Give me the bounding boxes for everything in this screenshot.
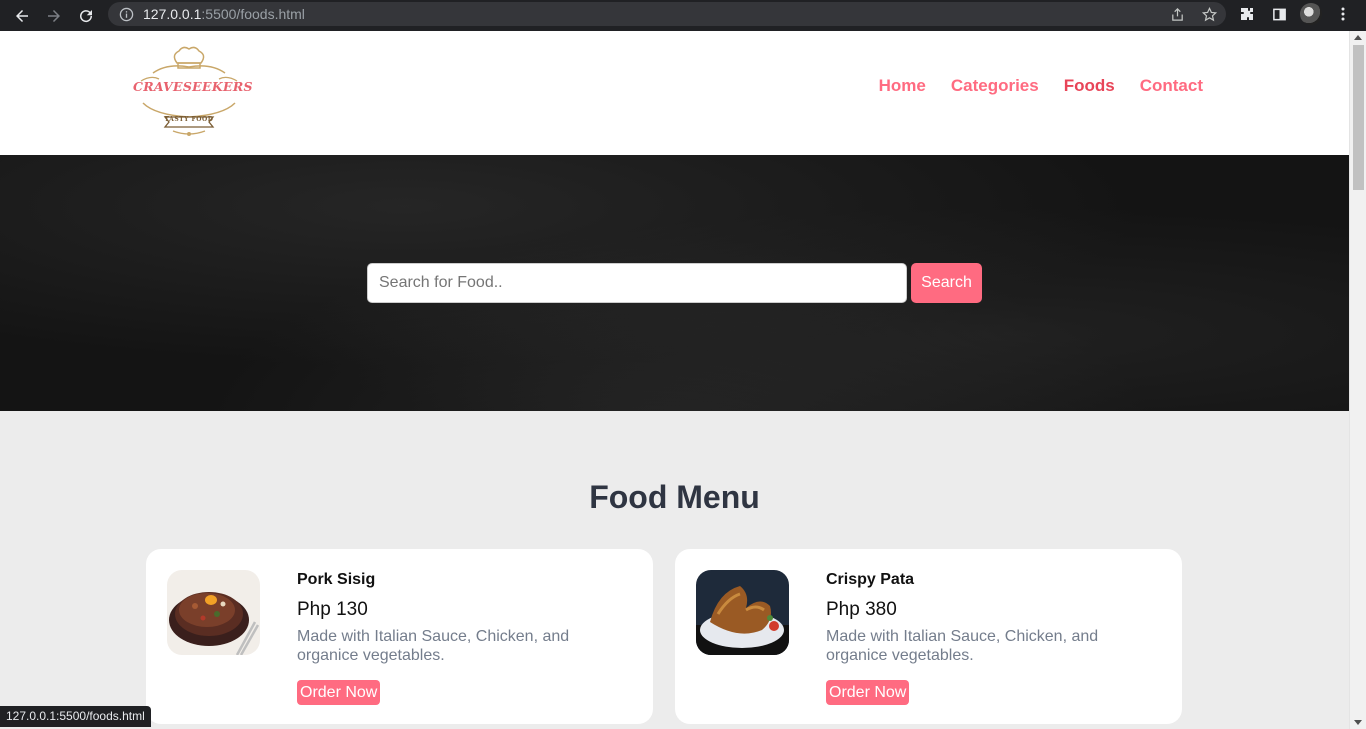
food-image-pork-sisig [167, 570, 260, 655]
back-icon[interactable] [6, 2, 38, 30]
food-search-section: Search [0, 155, 1349, 411]
logo-subtext: TASTY FOOD [164, 116, 214, 123]
food-name: Pork Sisig [297, 571, 376, 588]
url-text: 127.0.0.1:5500/foods.html [143, 6, 305, 22]
nav-contact[interactable]: Contact [1140, 76, 1203, 96]
food-image-crispy-pata [696, 570, 789, 655]
forward-icon[interactable] [38, 2, 70, 30]
food-card: Pork Sisig Php 130 Made with Italian Sau… [146, 549, 653, 724]
order-now-button[interactable]: Order Now [826, 680, 910, 705]
extensions-icon[interactable] [1236, 3, 1258, 25]
link-status-bar: 127.0.0.1:5500/foods.html [0, 706, 151, 727]
browser-toolbar: 127.0.0.1:5500/foods.html [0, 0, 1366, 31]
scroll-up-arrow-icon[interactable] [1354, 35, 1362, 40]
scroll-thumb[interactable] [1353, 45, 1364, 190]
food-price: Php 380 [826, 599, 897, 620]
profile-avatar[interactable] [1300, 3, 1322, 25]
side-panel-icon[interactable] [1268, 3, 1290, 25]
food-menu-title: Food Menu [589, 479, 760, 515]
site-header: CRAVESEEKERS TASTY FOOD Home Categories … [0, 31, 1349, 155]
order-now-button[interactable]: Order Now [297, 680, 381, 705]
logo-text: CRAVESEEKERS [133, 79, 253, 94]
nav-home[interactable]: Home [879, 76, 926, 96]
url-path: :5500/foods.html [201, 6, 305, 22]
food-description: Made with Italian Sauce, Chicken, and or… [826, 628, 1099, 664]
menu-kebab-icon[interactable] [1332, 3, 1354, 25]
main-nav: Home Categories Foods Contact [879, 76, 1203, 96]
search-input[interactable] [367, 263, 907, 303]
food-name: Crispy Pata [826, 571, 915, 588]
food-description: Made with Italian Sauce, Chicken, and or… [297, 628, 570, 664]
food-card: Crispy Pata Php 380 Made with Italian Sa… [675, 549, 1182, 724]
share-icon[interactable] [1168, 5, 1186, 23]
search-button[interactable]: Search [911, 263, 982, 303]
scroll-down-arrow-icon[interactable] [1354, 720, 1362, 725]
nav-categories[interactable]: Categories [951, 76, 1039, 96]
page-viewport: CRAVESEEKERS TASTY FOOD Home Categories … [0, 31, 1349, 729]
food-price: Php 130 [297, 599, 368, 620]
site-logo[interactable]: CRAVESEEKERS TASTY FOOD [133, 43, 253, 139]
page-scrollbar[interactable] [1349, 31, 1366, 729]
nav-foods[interactable]: Foods [1064, 76, 1115, 96]
bookmark-star-icon[interactable] [1200, 5, 1218, 23]
reload-icon[interactable] [70, 2, 102, 30]
address-bar[interactable]: 127.0.0.1:5500/foods.html [108, 2, 1226, 26]
url-host: 127.0.0.1 [143, 6, 202, 22]
site-info-icon[interactable] [118, 6, 134, 22]
